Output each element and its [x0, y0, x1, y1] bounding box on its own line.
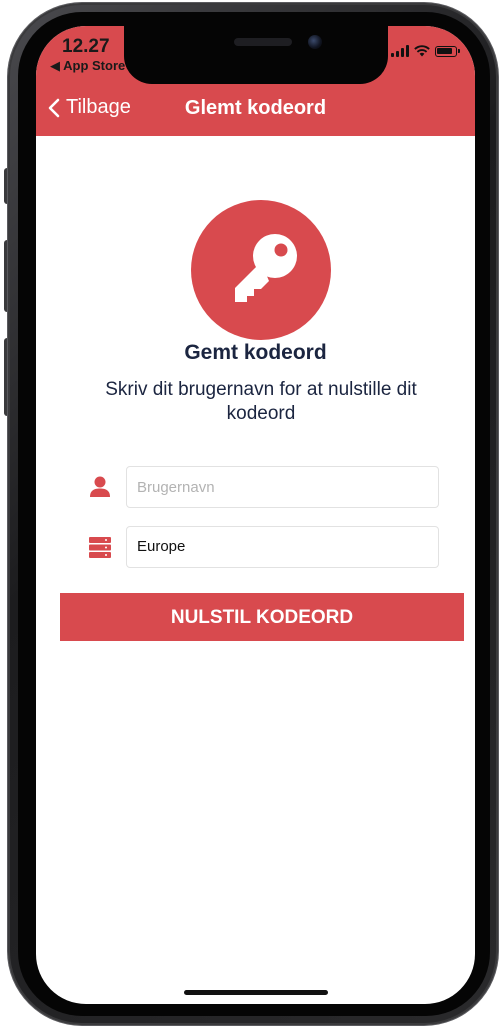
section-heading: Gemt kodeord: [184, 341, 327, 364]
username-input[interactable]: [126, 466, 439, 508]
status-time: 12.27: [62, 36, 110, 57]
front-camera: [308, 35, 322, 49]
instruction-text: Skriv dit brugernavn for at nulstille di…: [105, 379, 417, 424]
status-back-to-app[interactable]: ◀ App Store: [50, 58, 125, 74]
server-select[interactable]: Europe: [126, 526, 439, 568]
app-screen: 12.27 ◀ App Store Tilbage Glemt kodeord …: [36, 26, 475, 1004]
server-icon: [89, 537, 111, 558]
cellular-signal-icon: [391, 45, 409, 57]
key-badge: [191, 200, 331, 340]
user-icon: [90, 476, 110, 497]
page-title: Glemt kodeord: [184, 97, 327, 119]
key-icon: [235, 234, 297, 302]
wifi-icon: [414, 45, 430, 57]
notch: [124, 26, 388, 84]
username-row: [36, 466, 475, 508]
status-icons: [391, 43, 460, 57]
battery-icon: [435, 46, 460, 57]
device-mockup: 12.27 ◀ App Store Tilbage Glemt kodeord …: [0, 0, 503, 1028]
home-indicator[interactable]: [184, 990, 328, 995]
reset-password-button[interactable]: NULSTIL KODEORD: [60, 593, 464, 641]
app-header: 12.27 ◀ App Store Tilbage Glemt kodeord: [36, 26, 475, 136]
server-row: Europe: [36, 526, 475, 568]
earpiece-speaker: [234, 38, 292, 46]
